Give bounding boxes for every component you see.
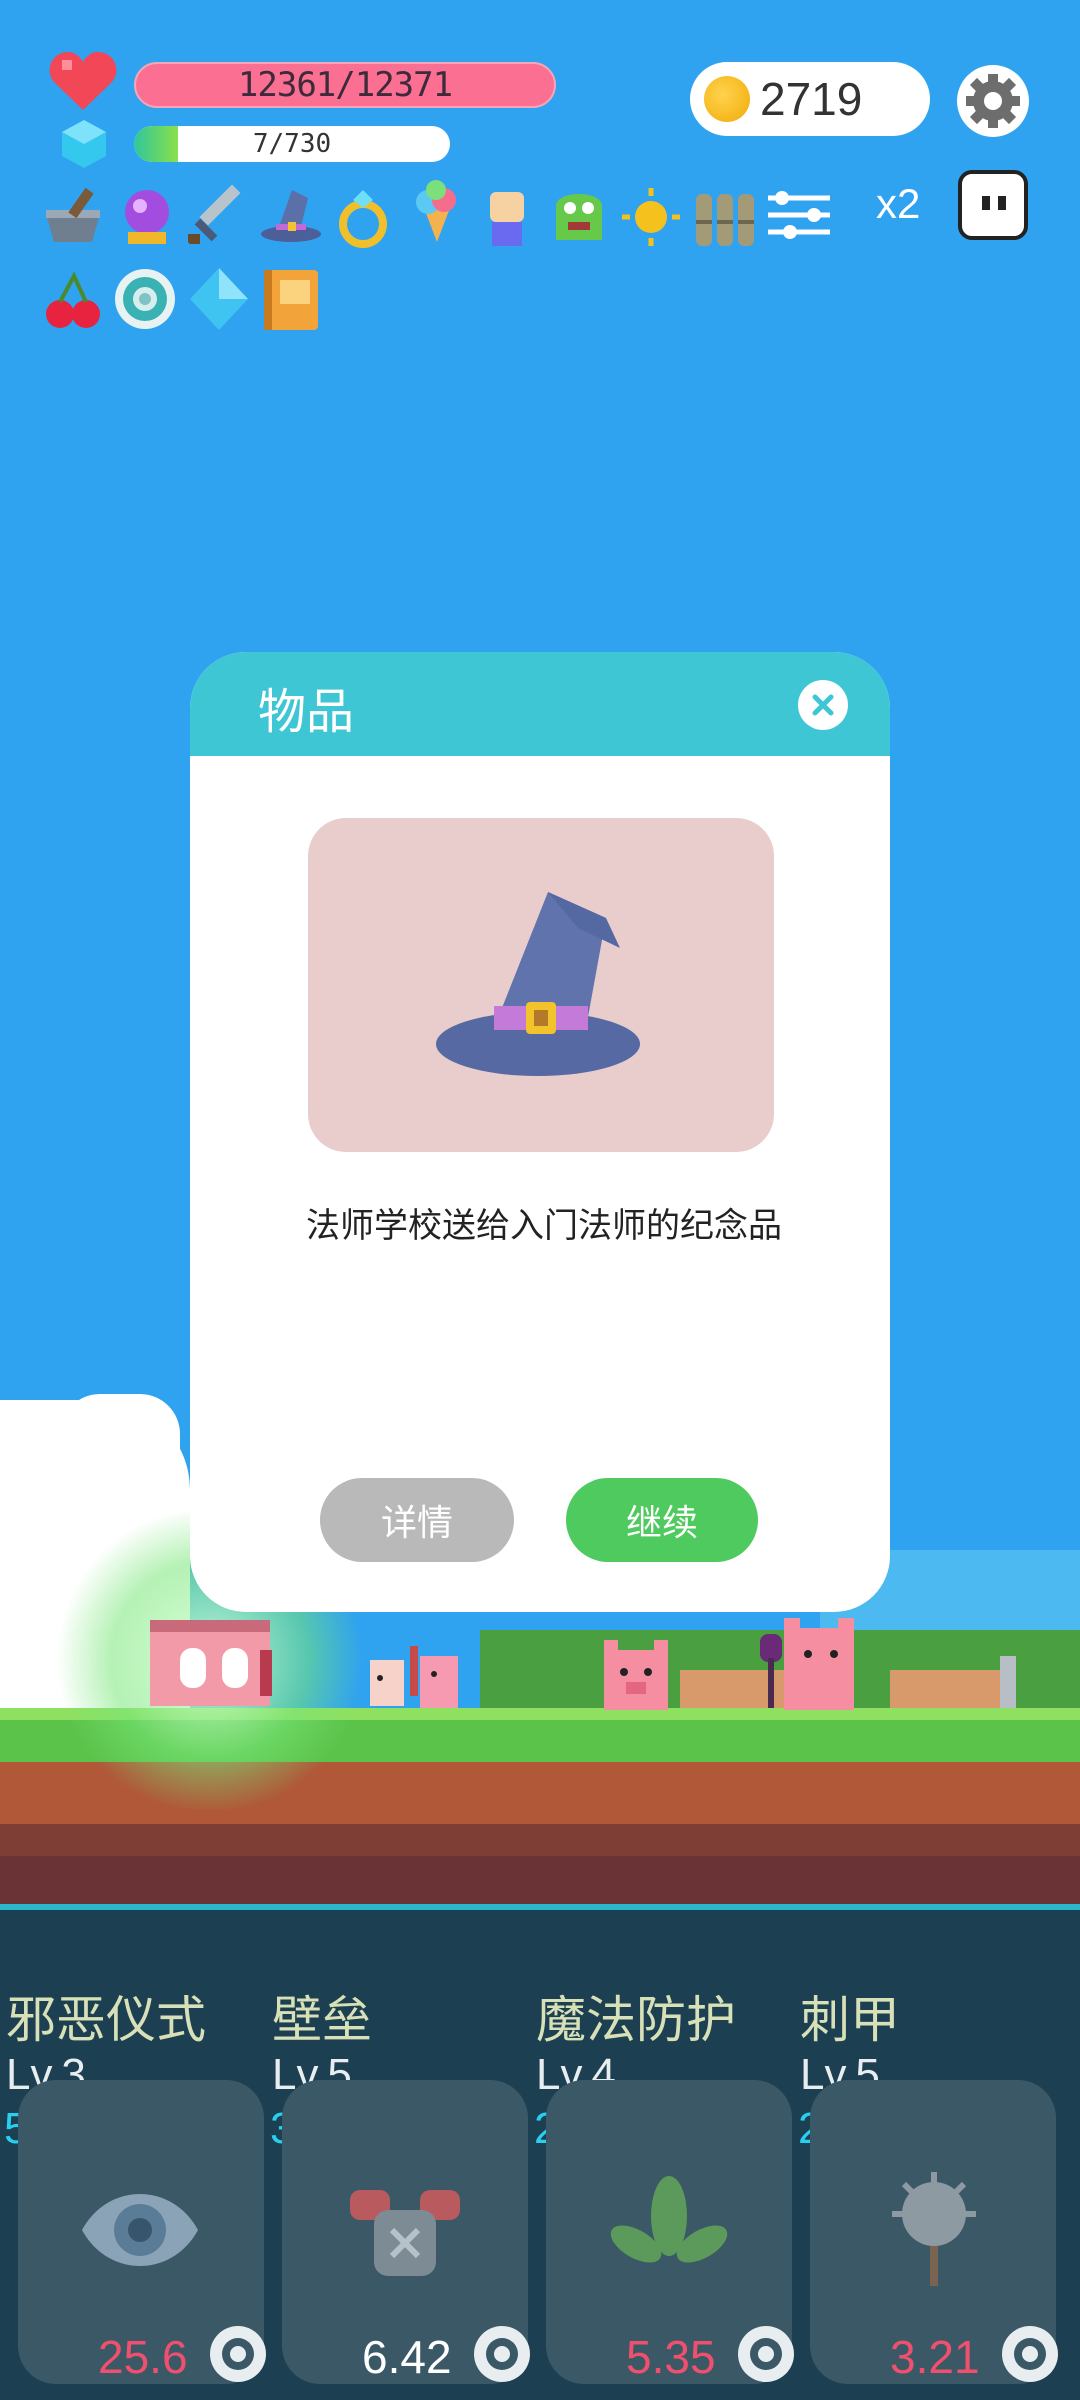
wizard-hat-icon[interactable] xyxy=(258,184,324,250)
upgrade-gear-icon[interactable] xyxy=(998,2322,1062,2386)
skill-value: 3.21 xyxy=(890,2331,980,2383)
spiked-mace-icon xyxy=(892,2172,976,2286)
pig-boss-enemy xyxy=(760,1618,854,1710)
close-button[interactable] xyxy=(798,680,848,730)
leaf-icon xyxy=(610,2176,728,2263)
upgrade-gear-icon[interactable] xyxy=(206,2322,270,2386)
details-button[interactable]: 详情 xyxy=(320,1478,514,1562)
diamond-icon[interactable] xyxy=(186,266,252,332)
crystal-ball-icon[interactable] xyxy=(114,184,180,250)
cloud xyxy=(60,1394,180,1454)
mortar-icon[interactable] xyxy=(40,184,106,250)
skill-name: 刺甲 xyxy=(800,1992,900,2048)
upgrade-gear-icon[interactable] xyxy=(470,2322,534,2386)
fist-icon[interactable] xyxy=(474,184,540,250)
hp-text: 12361/12371 xyxy=(237,65,453,105)
close-icon xyxy=(812,694,834,716)
small-pig-enemies xyxy=(370,1646,458,1708)
item-image-frame xyxy=(308,818,774,1152)
armor-icon xyxy=(350,2190,460,2276)
ice-cream-icon[interactable] xyxy=(404,178,470,244)
item-description: 法师学校送给入门法师的纪念品 xyxy=(306,1207,782,1245)
sun-icon[interactable] xyxy=(618,184,684,250)
player-pig-character xyxy=(150,1620,272,1706)
spellbook-icon[interactable] xyxy=(258,266,324,332)
wizard-hat-icon xyxy=(436,892,640,1076)
sliders-icon[interactable] xyxy=(764,190,834,240)
heart-icon xyxy=(49,52,117,110)
skill-name: 魔法防护 xyxy=(536,1992,736,2048)
skill-value: 25.6 xyxy=(98,2331,188,2383)
fence xyxy=(890,1670,1000,1710)
pig-enemy xyxy=(604,1640,668,1710)
eye-icon xyxy=(82,2194,198,2266)
mana-text: 7/730 xyxy=(252,129,332,159)
skill-value: 6.42 xyxy=(362,2331,452,2383)
skill-name: 邪恶仪式 xyxy=(6,1992,206,2048)
coin-icon xyxy=(704,76,750,122)
speed-multiplier[interactable]: x2 xyxy=(876,180,920,228)
ghost-icon[interactable] xyxy=(958,170,1028,240)
ground-dirt-bottom xyxy=(0,1856,1080,1904)
tombstone xyxy=(1000,1656,1016,1712)
mana-gem-icon xyxy=(62,120,106,168)
skill-name: 壁垒 xyxy=(272,1992,372,2048)
skill-panel-border xyxy=(0,1904,1080,1910)
bullets-icon[interactable] xyxy=(690,180,760,250)
monster-icon[interactable] xyxy=(546,180,612,246)
settings-gear-icon[interactable] xyxy=(956,64,1030,138)
item-dialog: 物品 法师学校送给入门法师的纪念品 详情 继续 xyxy=(190,652,890,1612)
upgrade-gear-icon[interactable] xyxy=(734,2322,798,2386)
target-icon[interactable] xyxy=(112,266,178,332)
sword-icon[interactable] xyxy=(186,180,252,246)
coin-amount: 2719 xyxy=(760,73,863,125)
dialog-title: 物品 xyxy=(258,686,355,739)
skill-value: 5.35 xyxy=(626,2331,716,2383)
cherry-icon[interactable] xyxy=(40,268,106,334)
ring-icon[interactable] xyxy=(330,184,396,250)
continue-button[interactable]: 继续 xyxy=(566,1478,758,1562)
